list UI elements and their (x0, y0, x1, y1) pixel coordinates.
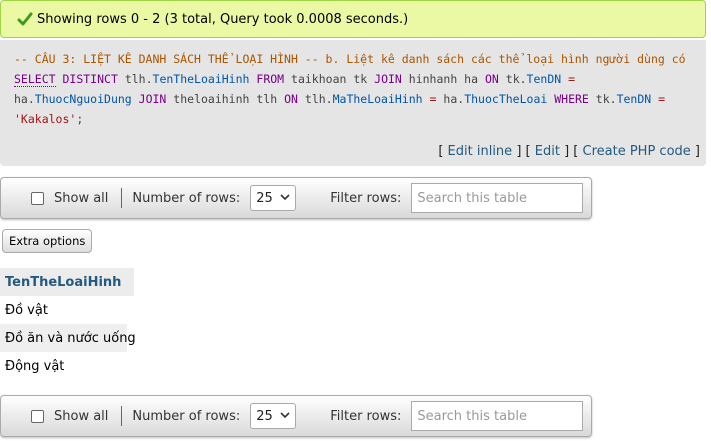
sql-token: tlh. (304, 92, 333, 106)
bracket-open: [ (573, 144, 579, 159)
check-icon (17, 11, 33, 27)
sql-column: TenTheLoaiHinh (152, 72, 250, 86)
sql-column: MaTheLoaiHinh (332, 92, 423, 106)
chevron-down-icon (280, 411, 290, 422)
filter-rows-input[interactable]: Search this table (411, 183, 584, 213)
show-all-label[interactable]: Show all (54, 191, 108, 206)
sql-string: 'Kakalos' (14, 112, 77, 126)
success-message-bar: Showing rows 0 - 2 (3 total, Query took … (0, 0, 706, 38)
filter-rows-input[interactable]: Search this table (411, 401, 584, 431)
number-of-rows-value: 25 (256, 190, 273, 206)
sql-token: tlh. (124, 72, 153, 86)
bracket-open: [ (525, 144, 531, 159)
sql-from-keyword: FROM (256, 72, 285, 86)
sql-join-keyword: JOIN (138, 92, 167, 106)
sql-select-keyword[interactable]: SELECT (14, 72, 56, 87)
number-of-rows-select[interactable]: 25 (250, 185, 297, 211)
navigation-bar-bottom: Show all Number of rows: 25 Filter rows:… (0, 395, 592, 437)
bracket-open: [ (438, 144, 444, 159)
bracket-close: ] (564, 144, 570, 159)
sql-table: taikhoan tk (291, 72, 368, 86)
results-table: TenTheLoaiHinh Đồ vật Đồ ăn và nước uống… (0, 268, 136, 380)
number-of-rows-label: Number of rows: (132, 190, 241, 206)
sql-operator: = (568, 72, 576, 86)
chevron-down-icon (280, 193, 290, 204)
sql-token: tk. (505, 72, 527, 86)
sql-table: hinhanh ha (408, 72, 479, 86)
show-all-label[interactable]: Show all (54, 409, 108, 424)
column-header-tentheloaihinh[interactable]: TenTheLoaiHinh (0, 268, 134, 296)
divider (121, 188, 123, 208)
sql-column: ThuocNguoiDung (34, 92, 132, 106)
sql-on-keyword: ON (284, 92, 298, 106)
show-all-checkbox[interactable] (31, 409, 44, 423)
create-php-code-link[interactable]: Create PHP code (583, 144, 691, 159)
success-message-text: Showing rows 0 - 2 (3 total, Query took … (37, 11, 409, 27)
sql-query-code: -- CÂU 3: LIỆT KÊ DANH SÁCH THỂ LOẠI HÌN… (0, 40, 706, 138)
number-of-rows-select[interactable]: 25 (250, 403, 297, 429)
divider (121, 406, 123, 426)
bracket-close: ] (694, 144, 700, 159)
number-of-rows-value: 25 (256, 408, 273, 424)
sql-query-box: -- CÂU 3: LIỆT KÊ DANH SÁCH THỂ LOẠI HÌN… (0, 40, 706, 166)
sql-column: TenDN (616, 92, 652, 106)
table-row[interactable]: Động vật (0, 352, 127, 380)
number-of-rows-label: Number of rows: (132, 408, 241, 424)
sql-column: TenDN (526, 72, 562, 86)
sql-on-keyword: ON (484, 72, 499, 86)
edit-inline-link[interactable]: Edit inline (448, 144, 513, 159)
sql-token: tk. (595, 92, 617, 106)
sql-terminator: ; (76, 112, 84, 126)
bracket-close: ] (516, 144, 522, 159)
table-row[interactable]: Đồ ăn và nước uống (0, 324, 136, 352)
sql-where-keyword: WHERE (554, 92, 589, 106)
extra-options-button[interactable]: Extra options (2, 229, 93, 253)
navigation-bar-top: Show all Number of rows: 25 Filter rows:… (0, 177, 592, 219)
sql-operator: = (429, 92, 437, 106)
sql-action-links: [ Edit inline ] [ Edit ] [ Create PHP co… (438, 144, 700, 159)
edit-link[interactable]: Edit (535, 144, 560, 159)
sql-token: ha. (443, 92, 465, 106)
sql-token: ha. (14, 92, 35, 106)
filter-rows-label: Filter rows: (330, 190, 402, 206)
sql-table: theloaihinh tlh (173, 92, 278, 106)
show-all-checkbox[interactable] (31, 191, 44, 205)
sql-comment: -- CÂU 3: LIỆT KÊ DANH SÁCH THỂ LOẠI HÌN… (14, 52, 686, 66)
table-row[interactable]: Đồ vật (0, 296, 127, 324)
filter-rows-label: Filter rows: (330, 408, 402, 424)
sql-join-keyword: JOIN (374, 72, 402, 86)
sql-distinct-keyword: DISTINCT (62, 72, 118, 86)
sql-column: ThuocTheLoai (464, 92, 548, 106)
sql-operator: = (658, 92, 666, 106)
